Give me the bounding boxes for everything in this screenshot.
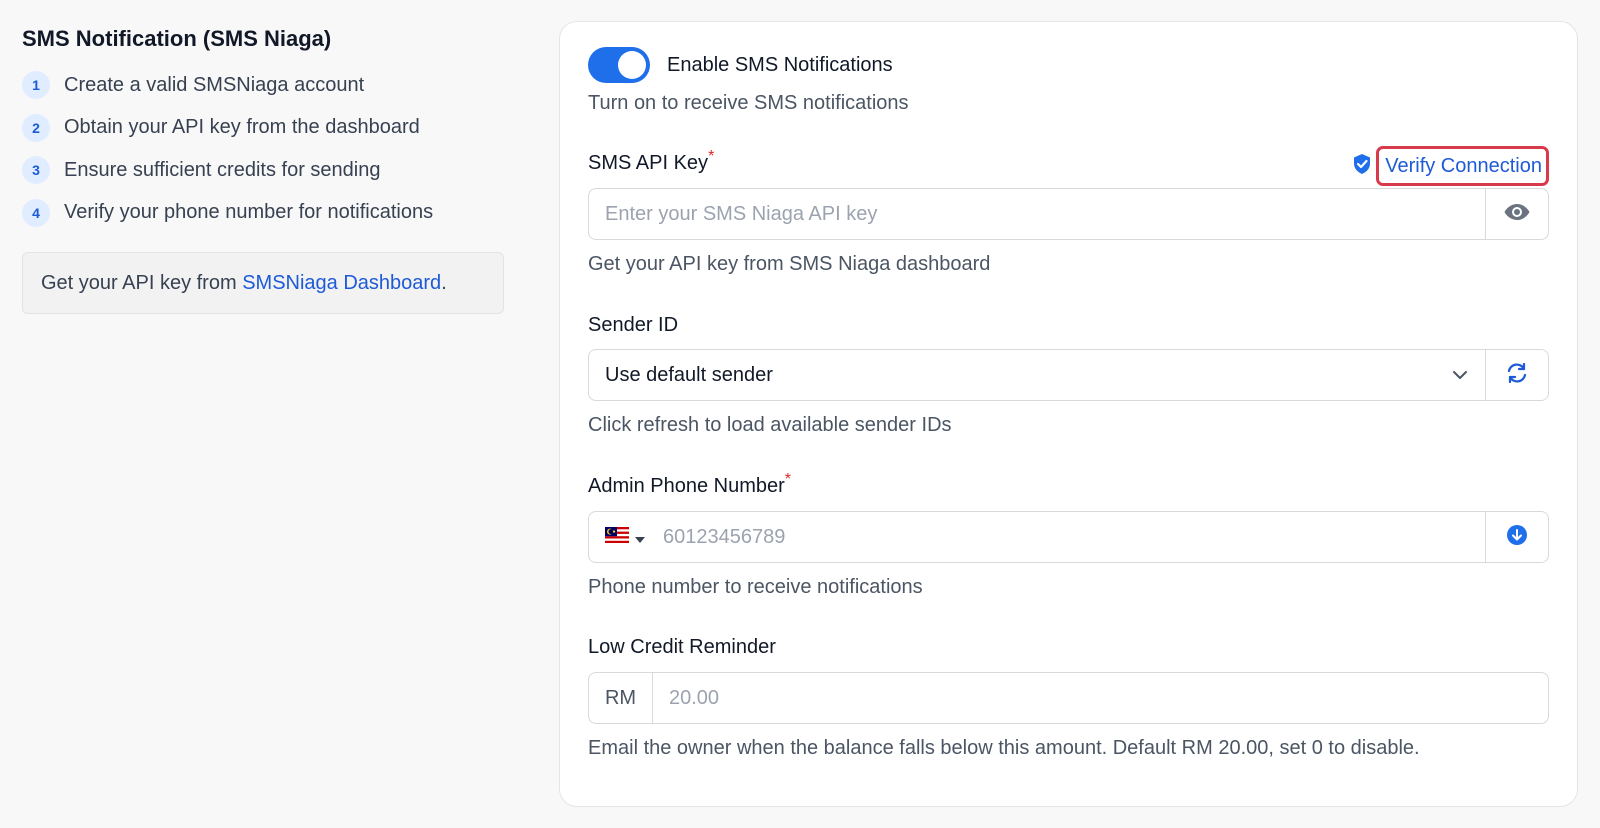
verify-connection-area: Verify Connection xyxy=(1352,146,1549,186)
arrow-down-circle-icon xyxy=(1506,524,1528,551)
steps-list: 1 Create a valid SMSNiaga account 2 Obta… xyxy=(22,64,504,234)
low-credit-help: Email the owner when the balance falls b… xyxy=(588,737,1420,759)
country-selector[interactable] xyxy=(605,526,645,549)
step-text: Verify your phone number for notificatio… xyxy=(64,201,434,224)
sender-id-value: Use default sender xyxy=(605,363,773,386)
enable-sms-label: Enable SMS Notifications xyxy=(667,53,893,76)
step-text: Create a valid SMSNiaga account xyxy=(64,73,365,96)
currency-prefix: RM xyxy=(589,673,653,723)
api-key-info-box: Get your API key from SMSNiaga Dashboard… xyxy=(22,252,504,314)
step-text: Obtain your API key from the dashboard xyxy=(64,116,420,139)
low-credit-placeholder: 20.00 xyxy=(669,686,720,709)
page: SMS Notification (SMS Niaga) 1 Create a … xyxy=(0,0,1600,828)
admin-phone-help: Phone number to receive notifications xyxy=(588,576,923,598)
required-asterisk: * xyxy=(708,148,715,165)
required-asterisk: * xyxy=(784,471,792,488)
admin-phone-label-row: Admin Phone Number* xyxy=(588,471,1549,498)
step-number-badge: 1 xyxy=(22,71,50,100)
sender-id-select[interactable]: Use default sender xyxy=(589,350,1485,400)
phone-action-button[interactable] xyxy=(1485,512,1548,562)
enable-sms-toggle[interactable] xyxy=(588,47,650,83)
low-credit-input[interactable]: 20.00 xyxy=(653,673,1548,723)
enable-sms-row: Enable SMS Notifications xyxy=(588,47,1549,83)
api-key-help: Get your API key from SMS Niaga dashboar… xyxy=(588,253,991,275)
api-key-label-row: SMS API Key* Verify Connection xyxy=(588,146,1549,186)
refresh-senders-button[interactable] xyxy=(1485,350,1548,400)
eye-icon xyxy=(1503,202,1531,227)
step-number-badge: 3 xyxy=(22,156,50,185)
sender-id-help: Click refresh to load available sender I… xyxy=(588,414,952,436)
admin-phone-input[interactable]: 60123456789 xyxy=(589,512,1485,562)
settings-card: Enable SMS Notifications Turn on to rece… xyxy=(559,21,1578,807)
phone-placeholder: 60123456789 xyxy=(663,525,786,548)
list-item: 4 Verify your phone number for notificat… xyxy=(22,192,504,235)
list-item: 2 Obtain your API key from the dashboard xyxy=(22,107,504,150)
toggle-knob xyxy=(618,51,646,79)
smsniaga-dashboard-link[interactable]: SMSNiaga Dashboard xyxy=(242,272,441,295)
toggle-visibility-button[interactable] xyxy=(1485,189,1548,239)
api-key-field: Enter your SMS Niaga API key xyxy=(588,188,1549,240)
shield-check-icon xyxy=(1352,153,1372,180)
caret-down-icon xyxy=(635,526,645,549)
api-key-placeholder: Enter your SMS Niaga API key xyxy=(605,202,878,225)
chevron-down-icon xyxy=(1451,364,1469,387)
low-credit-label: Low Credit Reminder xyxy=(588,636,776,658)
verify-connection-button[interactable]: Verify Connection xyxy=(1376,146,1549,186)
step-text: Ensure sufficient credits for sending xyxy=(64,158,381,181)
enable-sms-help: Turn on to receive SMS notifications xyxy=(588,92,909,114)
api-info-prefix: Get your API key from xyxy=(41,271,243,294)
api-key-input[interactable]: Enter your SMS Niaga API key xyxy=(589,189,1485,239)
admin-phone-label: Admin Phone Number xyxy=(588,475,785,497)
api-key-label: SMS API Key xyxy=(588,152,709,174)
low-credit-field: RM 20.00 xyxy=(588,672,1549,724)
section-title: SMS Notification (SMS Niaga) xyxy=(22,26,332,51)
api-info-suffix: . xyxy=(441,271,447,294)
admin-phone-field: 60123456789 xyxy=(588,511,1549,563)
list-item: 1 Create a valid SMSNiaga account xyxy=(22,64,504,107)
list-item: 3 Ensure sufficient credits for sending xyxy=(22,149,504,192)
refresh-icon xyxy=(1505,361,1529,390)
malaysia-flag-icon xyxy=(605,526,629,549)
instructions-panel: SMS Notification (SMS Niaga) 1 Create a … xyxy=(22,24,504,314)
step-number-badge: 4 xyxy=(22,198,50,227)
step-number-badge: 2 xyxy=(22,113,50,142)
sender-id-field: Use default sender xyxy=(588,349,1549,401)
sender-id-label: Sender ID xyxy=(588,314,679,336)
